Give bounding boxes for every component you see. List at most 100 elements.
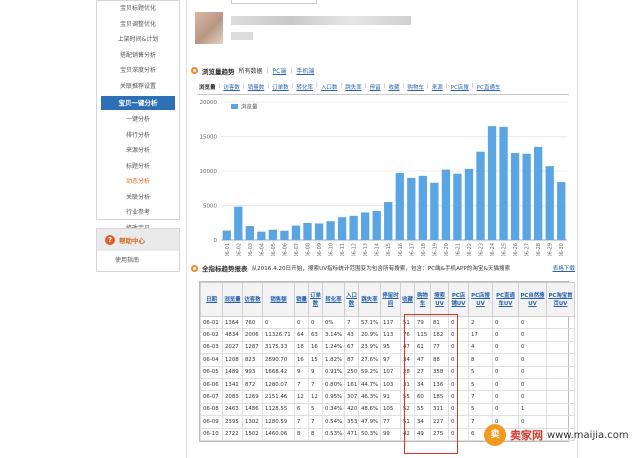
bar-06-03[interactable] — [245, 226, 254, 240]
table-header-cell[interactable]: PC自然搜UV — [518, 282, 547, 317]
sidebar-top-list: 宝贝标题优化 宝贝调整优化 上架时间&计划 搭配销售分析 宝贝深度分析 关联推荐设置 — [97, 1, 179, 94]
sidebar-item[interactable]: 一键分析 — [97, 112, 179, 128]
metric-separator: | — [383, 83, 386, 89]
sidebar-item[interactable]: 关联分析 — [97, 190, 179, 206]
bar-06-23[interactable] — [476, 151, 485, 240]
bar-06-05[interactable] — [268, 229, 278, 240]
table-header-cell[interactable]: PC店搜UV — [468, 282, 493, 317]
sidebar-section-header[interactable]: 宝贝一键分析 — [101, 96, 175, 110]
table-header-cell[interactable]: PC店铺UV — [448, 282, 469, 317]
top-tab-strip — [231, 0, 317, 4]
table-header-cell[interactable]: 转化率 — [322, 282, 345, 317]
bar-06-16[interactable] — [395, 173, 404, 240]
bar-06-24[interactable] — [487, 126, 497, 240]
table-cell: 9 — [308, 365, 323, 379]
table-header-cell[interactable]: 访客数 — [242, 282, 263, 317]
sidebar-item[interactable]: 排行分析 — [97, 128, 179, 144]
bar-06-20[interactable] — [441, 169, 451, 240]
table-header-row: 日期 浏览量 访客数 销售额 销量 订单数 转化率 入口数 跳失率 停留时间 收藏 购物车 搜索UV PC… — [200, 282, 575, 317]
table-row: 06-07 2083 1269 2151.46 12 12 0.95% 307 46.3% 91 5… — [200, 390, 575, 404]
bar-06-14[interactable] — [372, 211, 381, 240]
metric-separator: | — [445, 83, 448, 89]
bar-06-28[interactable] — [534, 146, 543, 240]
bar-06-07[interactable] — [291, 225, 301, 240]
table-header-cell[interactable]: 订单数 — [308, 282, 323, 317]
bar-06-13[interactable] — [361, 212, 370, 240]
traffic-section-header: 浏览量趋势 所有数据 | PC端 | 手机端 — [191, 64, 573, 77]
bar-06-27[interactable] — [522, 153, 531, 240]
table-cell: 7 — [344, 315, 359, 330]
sidebar-item[interactable]: 关联推荐设置 — [97, 79, 179, 95]
metric-tab[interactable]: 收藏 — [389, 83, 400, 93]
table-header-cell[interactable]: 入口数 — [344, 282, 359, 317]
detail-section-note: 从2016.4.20日开始，搜索UV指标统计范围变为包含所有搜索，包含：PC端&… — [251, 266, 511, 272]
tab-mobile[interactable]: 手机端 — [296, 66, 314, 75]
table-header-cell[interactable]: 日期 — [200, 282, 223, 317]
bar-06-17[interactable] — [407, 177, 416, 240]
bar-06-01[interactable] — [222, 230, 231, 240]
main-panel: 浏览量趋势 所有数据 | PC端 | 手机端 浏览量 | 访客数 | 销量数 | 订单数 | 转… — [186, 0, 578, 458]
tab-all-data[interactable]: 所有数据 — [239, 66, 263, 75]
sidebar-item[interactable]: 搭配销售分析 — [97, 48, 179, 64]
bar-06-26[interactable] — [510, 153, 520, 240]
bar-06-15[interactable] — [384, 202, 393, 240]
metric-tab[interactable]: 订单数 — [272, 83, 289, 93]
metric-tab[interactable]: 来源 — [432, 83, 443, 93]
sidebar-item[interactable]: 标题分析 — [97, 159, 179, 175]
table-header-cell[interactable]: 收藏 — [400, 282, 415, 317]
table-cell: 7 — [308, 377, 323, 392]
metric-tab[interactable]: PC直通车 — [477, 83, 501, 93]
table-download-link[interactable]: 表格下载 — [553, 264, 575, 272]
help-guide-link[interactable]: 使用指南 — [97, 251, 179, 271]
metric-tab[interactable]: 浏览量 — [199, 83, 216, 93]
sidebar-item[interactable]: 上架时间&计划 — [97, 32, 179, 48]
table-header-cell[interactable]: PC淘宝首页UV — [546, 282, 575, 317]
sidebar-item[interactable]: 行业参考 — [97, 205, 179, 221]
product-thumbnail[interactable] — [195, 12, 223, 44]
table-cell: 16 — [308, 340, 323, 355]
metric-tab[interactable]: PC店搜 — [451, 83, 469, 93]
table-header-cell[interactable]: 跳失率 — [358, 282, 381, 317]
table-cell: 0 — [492, 365, 519, 379]
table-cell: 43 — [344, 328, 359, 342]
bar-06-11[interactable] — [337, 217, 347, 240]
table-header-cell[interactable]: 停留时间 — [380, 282, 401, 317]
bar-06-21[interactable] — [453, 173, 462, 240]
metric-tab[interactable]: 销量数 — [248, 83, 265, 93]
bar-06-19[interactable] — [430, 182, 439, 240]
bar-06-06[interactable] — [280, 230, 289, 240]
metric-tab[interactable]: 转化率 — [297, 83, 314, 93]
table-header-cell[interactable]: 销量 — [294, 282, 309, 317]
table-header-cell[interactable]: 浏览量 — [222, 282, 243, 317]
bar-06-30[interactable] — [557, 182, 566, 240]
metric-tab[interactable]: 停留 — [370, 83, 381, 93]
sidebar-item[interactable]: 来源分析 — [97, 143, 179, 159]
table-header-cell[interactable]: 销售额 — [262, 282, 295, 317]
table-cell: 0.54% — [322, 415, 345, 429]
bar-06-08[interactable] — [303, 223, 312, 240]
sidebar-item[interactable]: 动态分析 — [97, 174, 179, 190]
table-header-cell[interactable]: 搜索UV — [430, 282, 449, 317]
bar-06-29[interactable] — [545, 166, 554, 240]
bar-06-12[interactable] — [349, 215, 358, 240]
bar-06-04[interactable] — [257, 231, 266, 240]
bar-06-25[interactable] — [499, 126, 508, 240]
bar-06-09[interactable] — [314, 223, 324, 240]
sidebar-item[interactable]: 宝贝标题优化 — [97, 1, 179, 17]
bar-06-10[interactable] — [326, 221, 335, 240]
metric-tab[interactable]: 入口数 — [321, 83, 338, 93]
table-header-cell[interactable]: PC直通车UV — [492, 282, 519, 317]
metric-tab[interactable]: 购物车 — [407, 83, 424, 93]
bar-06-02[interactable] — [234, 206, 243, 240]
bar-06-18[interactable] — [418, 175, 427, 240]
tab-pc[interactable]: PC端 — [273, 66, 287, 75]
help-center-header[interactable]: ? 帮助中心 — [97, 229, 179, 251]
sidebar-item[interactable]: 宝贝调整优化 — [97, 17, 179, 33]
bar-06-22[interactable] — [464, 168, 474, 240]
sidebar-item[interactable]: 宝贝深度分析 — [97, 63, 179, 79]
table-header-cell[interactable]: 购物车 — [414, 282, 431, 317]
metric-tab[interactable]: 访客数 — [223, 83, 240, 93]
metric-tab[interactable]: 跳失率 — [345, 83, 362, 93]
table-cell: 57.1% — [358, 315, 381, 330]
table-cell: 1.24% — [322, 340, 345, 355]
